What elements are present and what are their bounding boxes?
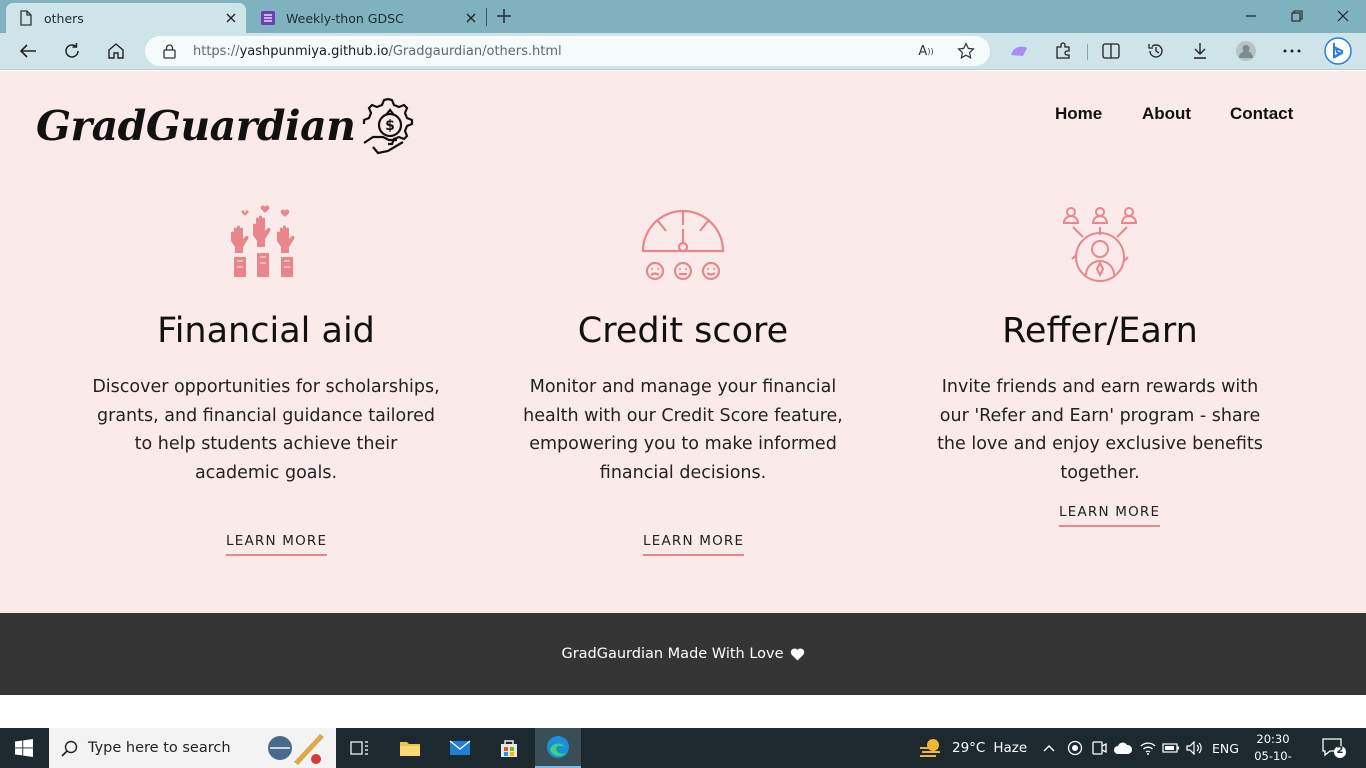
card-title: Reffer/Earn bbox=[1002, 311, 1198, 351]
feature-card-credit-score: Credit score Monitor and manage your fin… bbox=[503, 205, 863, 488]
page-bottom-area bbox=[0, 695, 1366, 728]
tab-weekly-thon[interactable]: Weekly-thon GDSC bbox=[248, 3, 486, 33]
profile-avatar-icon[interactable] bbox=[1230, 36, 1262, 66]
task-view-icon[interactable] bbox=[337, 728, 383, 768]
arrow-left-icon bbox=[19, 44, 36, 58]
system-clock[interactable]: 20:30 05-10-2023 bbox=[1240, 731, 1306, 768]
record-icon[interactable] bbox=[1067, 728, 1083, 768]
forms-icon bbox=[260, 10, 276, 26]
plus-icon bbox=[497, 9, 511, 23]
weather-temperature: 29°C bbox=[952, 740, 986, 756]
search-placeholder: Type here to search bbox=[88, 740, 231, 756]
haze-sun-icon bbox=[920, 739, 940, 757]
learn-more-link-financial-aid[interactable]: LEARN MORE bbox=[226, 533, 328, 556]
page-content: GradGuardian $ Home About Contact Financ… bbox=[0, 71, 1366, 613]
history-icon[interactable] bbox=[1140, 36, 1172, 66]
close-tab-icon[interactable] bbox=[220, 7, 242, 29]
learn-more-link-refer-earn[interactable]: LEARN MORE bbox=[1059, 504, 1161, 527]
nav-about-link[interactable]: About bbox=[1142, 104, 1191, 124]
weather-description: Haze bbox=[993, 740, 1028, 756]
site-footer: GradGaurdian Made With Love bbox=[0, 613, 1366, 695]
split-screen-icon[interactable] bbox=[1095, 36, 1127, 66]
meet-now-icon[interactable] bbox=[1091, 728, 1107, 768]
toolbar-divider bbox=[1087, 44, 1088, 60]
new-tab-button[interactable] bbox=[492, 4, 516, 28]
address-bar[interactable]: https://yashpunmiya.github.io/Gradgaurdi… bbox=[145, 36, 990, 66]
store-icon[interactable] bbox=[486, 728, 532, 768]
windows-taskbar: Type here to search 29°C Haze ENG 20:30 … bbox=[0, 728, 1366, 768]
home-icon bbox=[108, 43, 124, 59]
taskbar-search-box[interactable]: Type here to search bbox=[49, 728, 336, 768]
language-indicator[interactable]: ENG bbox=[1212, 728, 1239, 768]
wifi-icon[interactable] bbox=[1140, 728, 1156, 768]
file-explorer-icon[interactable] bbox=[387, 728, 433, 768]
mail-icon[interactable] bbox=[437, 728, 483, 768]
nav-contact-link[interactable]: Contact bbox=[1230, 104, 1293, 124]
feature-card-financial-aid: Financial aid Discover opportunities for… bbox=[86, 205, 446, 488]
cricket-illustration-icon bbox=[268, 734, 324, 765]
downloads-icon[interactable] bbox=[1184, 36, 1216, 66]
refresh-button[interactable] bbox=[56, 36, 88, 66]
tab-title: others bbox=[44, 10, 84, 26]
referral-network-icon bbox=[1062, 207, 1138, 282]
more-options-icon[interactable] bbox=[1276, 36, 1308, 66]
close-tab-icon[interactable] bbox=[460, 7, 482, 29]
notifications-icon[interactable]: 2 bbox=[1322, 737, 1346, 759]
windows-logo-icon bbox=[15, 739, 33, 757]
battery-icon[interactable] bbox=[1162, 728, 1180, 768]
tab-others[interactable]: others bbox=[6, 3, 246, 33]
volume-icon[interactable] bbox=[1186, 728, 1204, 768]
restore-button[interactable] bbox=[1274, 0, 1320, 32]
minimize-button[interactable] bbox=[1228, 0, 1274, 32]
browser-tab-bar: others Weekly-thon GDSC bbox=[0, 0, 1366, 33]
page-icon bbox=[18, 10, 34, 26]
credit-gauge-icon bbox=[641, 209, 725, 281]
lock-icon[interactable] bbox=[163, 43, 179, 59]
clock-time: 20:30 bbox=[1256, 732, 1290, 746]
tab-title: Weekly-thon GDSC bbox=[286, 10, 404, 26]
notification-count: 2 bbox=[1336, 745, 1344, 756]
weather-widget[interactable]: 29°C Haze bbox=[918, 728, 1027, 768]
raised-hands-hearts-icon bbox=[231, 205, 295, 277]
browser-toolbar: https://yashpunmiya.github.io/Gradgaurdi… bbox=[0, 33, 1366, 70]
clock-date: 05-10-2023 bbox=[1254, 749, 1292, 768]
onedrive-cloud-icon[interactable] bbox=[1113, 728, 1133, 768]
back-button[interactable] bbox=[12, 36, 44, 66]
card-description: Invite friends and earn rewards with our… bbox=[937, 377, 1263, 484]
search-icon bbox=[61, 740, 78, 757]
card-title: Credit score bbox=[577, 311, 789, 351]
start-button[interactable] bbox=[0, 728, 48, 768]
card-description: Monitor and manage your financial health… bbox=[523, 377, 843, 484]
footer-text: GradGaurdian Made With Love bbox=[561, 646, 784, 662]
card-title: Financial aid bbox=[157, 311, 375, 351]
favorite-star-icon[interactable] bbox=[955, 41, 977, 61]
read-aloud-icon[interactable]: A)) bbox=[915, 41, 937, 61]
nav-home-link[interactable]: Home bbox=[1055, 104, 1102, 124]
refresh-icon bbox=[65, 43, 79, 58]
svg-text:$: $ bbox=[386, 118, 396, 134]
money-gear-icon: $ bbox=[363, 97, 414, 155]
home-button[interactable] bbox=[100, 36, 132, 66]
close-window-button[interactable] bbox=[1320, 0, 1366, 32]
url-text[interactable]: https://yashpunmiya.github.io/Gradgaurdi… bbox=[193, 44, 562, 59]
extension-icon[interactable] bbox=[1003, 36, 1035, 66]
tab-divider bbox=[486, 8, 487, 26]
bing-icon[interactable] bbox=[1322, 36, 1354, 66]
edge-browser-icon[interactable] bbox=[535, 728, 581, 768]
feature-card-refer-earn: Reffer/Earn Invite friends and earn rewa… bbox=[920, 205, 1280, 488]
site-logo[interactable]: GradGuardian $ bbox=[36, 95, 415, 157]
extensions-puzzle-icon[interactable] bbox=[1047, 36, 1079, 66]
heart-icon bbox=[790, 647, 805, 661]
learn-more-link-credit-score[interactable]: LEARN MORE bbox=[643, 533, 745, 556]
show-hidden-icons-chevron-icon[interactable] bbox=[1043, 728, 1055, 768]
logo-text: GradGuardian bbox=[36, 102, 356, 150]
card-description: Discover opportunities for scholarships,… bbox=[92, 377, 440, 484]
